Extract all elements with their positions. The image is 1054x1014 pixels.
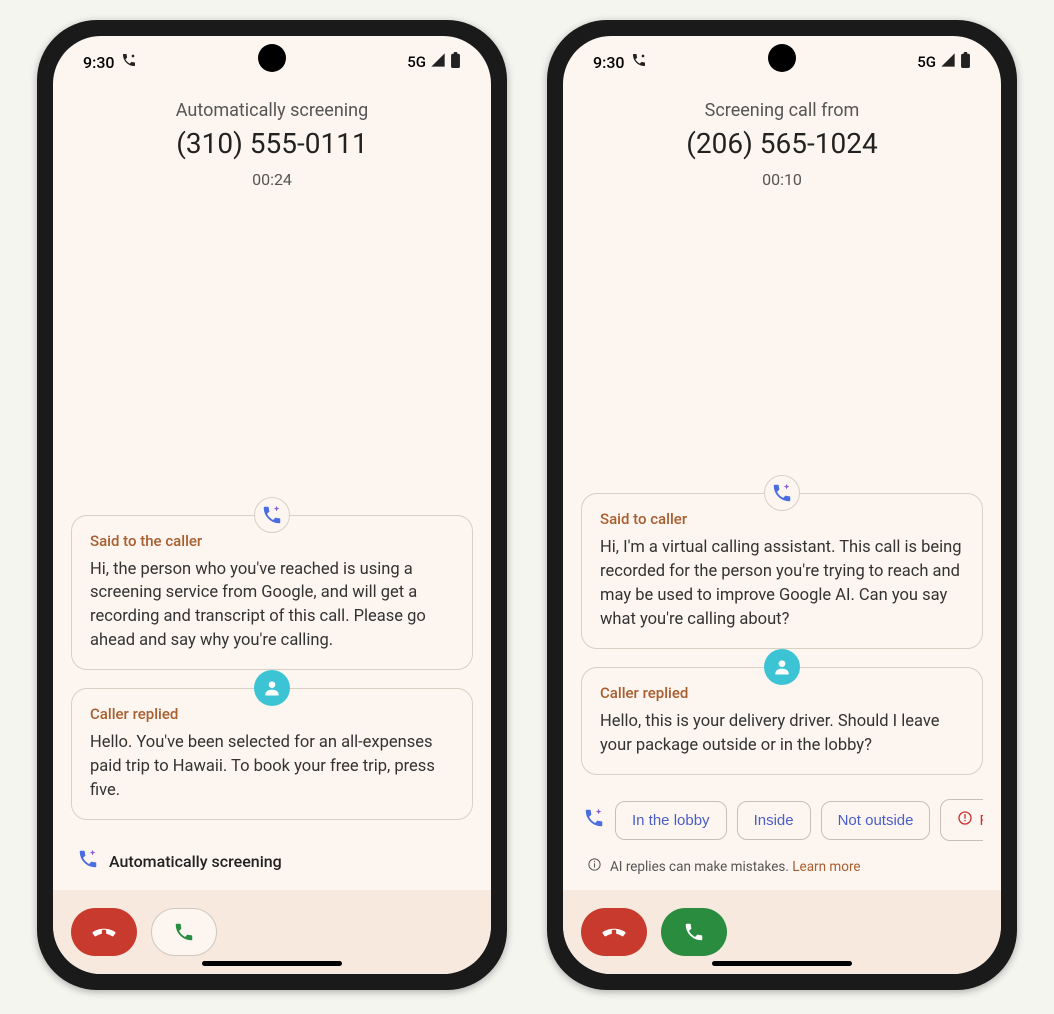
said-to-caller-text: Hi, the person who you've reached is usi… xyxy=(90,558,454,654)
signal-icon xyxy=(430,52,446,72)
hangup-button[interactable] xyxy=(581,908,647,956)
hangup-button[interactable] xyxy=(71,908,137,956)
learn-more-link[interactable]: Learn more xyxy=(792,859,860,875)
assistant-sparkle-phone-icon xyxy=(254,497,290,533)
status-time: 9:30 xyxy=(593,53,625,72)
warning-icon xyxy=(957,810,973,830)
caller-person-icon xyxy=(764,649,800,685)
caller-reply-text: Hello. You've been selected for an all-e… xyxy=(90,731,454,803)
call-active-icon xyxy=(631,52,647,72)
caller-number: (206) 565-1024 xyxy=(583,127,981,160)
home-indicator[interactable] xyxy=(202,961,342,966)
home-indicator[interactable] xyxy=(712,961,852,966)
said-to-caller-title: Said to the caller xyxy=(90,532,454,550)
sparkle-phone-icon xyxy=(77,848,99,874)
auto-screening-status: Automatically screening xyxy=(71,838,473,890)
disclaimer-text: AI replies can make mistakes. xyxy=(610,859,789,875)
screening-label: Screening call from xyxy=(583,100,981,121)
caller-reply-title: Caller replied xyxy=(90,705,454,723)
call-header: Screening call from (206) 565-1024 00:10 xyxy=(563,80,1001,199)
signal-icon xyxy=(940,52,956,72)
phone-mockup-right: 9:30 5G Screening call from (206) 565-10… xyxy=(547,20,1017,990)
info-icon xyxy=(587,857,602,876)
camera-cutout xyxy=(258,44,286,72)
said-to-caller-bubble: Said to the caller Hi, the person who yo… xyxy=(71,515,473,671)
caller-reply-text: Hello, this is your delivery driver. Sho… xyxy=(600,710,964,758)
answer-button[interactable] xyxy=(661,908,727,956)
said-to-caller-title: Said to caller xyxy=(600,510,964,528)
call-header: Automatically screening (310) 555-0111 0… xyxy=(53,80,491,199)
auto-screening-label: Automatically screening xyxy=(109,852,282,871)
said-to-caller-bubble: Said to caller Hi, I'm a virtual calling… xyxy=(581,493,983,649)
caller-person-icon xyxy=(254,670,290,706)
battery-icon xyxy=(450,52,461,72)
caller-number: (310) 555-0111 xyxy=(73,127,471,160)
answer-button[interactable] xyxy=(151,908,217,956)
sparkle-phone-icon xyxy=(583,807,605,833)
reply-chip-inside[interactable]: Inside xyxy=(737,801,811,840)
call-timer: 00:24 xyxy=(73,170,471,189)
reply-chip-in-lobby[interactable]: In the lobby xyxy=(615,801,727,840)
screening-label: Automatically screening xyxy=(73,100,471,121)
camera-cutout xyxy=(768,44,796,72)
caller-reply-title: Caller replied xyxy=(600,684,964,702)
said-to-caller-text: Hi, I'm a virtual calling assistant. Thi… xyxy=(600,536,964,632)
phone-mockup-left: 9:30 5G Automatically screening (310) 55… xyxy=(37,20,507,990)
reply-chip-report[interactable]: Rep xyxy=(940,799,983,841)
call-active-icon xyxy=(121,52,137,72)
network-label: 5G xyxy=(917,53,936,71)
network-label: 5G xyxy=(407,53,426,71)
suggested-replies-row: In the lobby Inside Not outside Rep xyxy=(581,793,983,851)
call-timer: 00:10 xyxy=(583,170,981,189)
status-time: 9:30 xyxy=(83,53,115,72)
reply-chip-not-outside[interactable]: Not outside xyxy=(821,801,931,840)
battery-icon xyxy=(960,52,971,72)
assistant-sparkle-phone-icon xyxy=(764,475,800,511)
ai-disclaimer: AI replies can make mistakes. Learn more xyxy=(581,851,983,890)
caller-reply-bubble: Caller replied Hello. You've been select… xyxy=(71,688,473,820)
